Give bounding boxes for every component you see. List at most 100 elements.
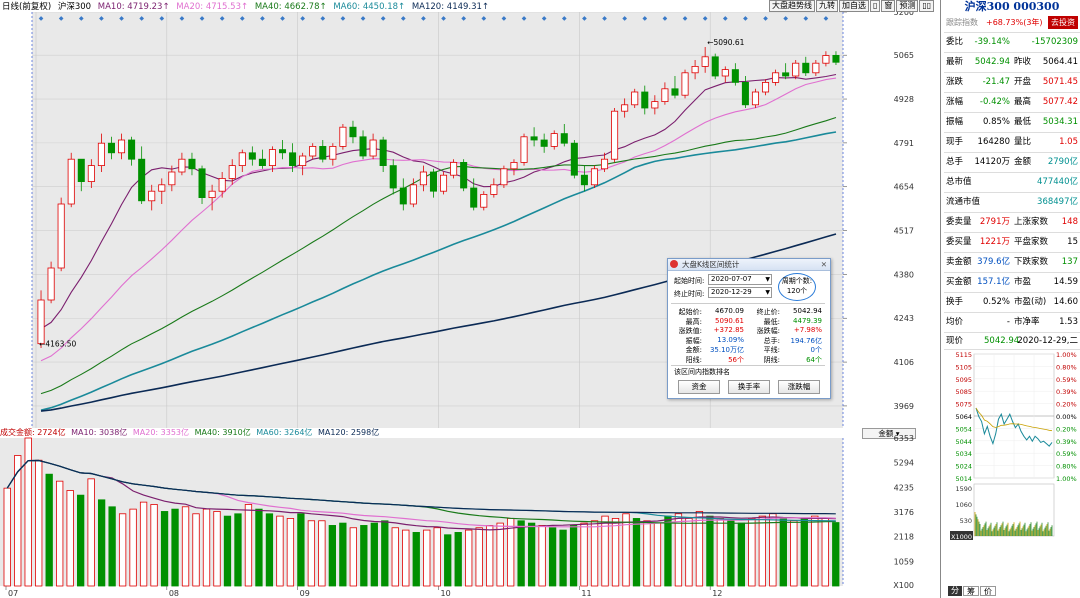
signal-icon: ◆ [663,15,668,22]
volume-bar [244,504,253,587]
stat-value-2: 64个 [806,355,822,364]
signal-icon: ◆ [703,15,708,22]
price-tick: 4791 [894,139,914,148]
quote-label: 买金额 [946,277,972,287]
nine-turn-button[interactable]: 九转 [816,0,838,12]
quote-label-2: 市净率 [1014,317,1040,327]
volume-bar [800,518,808,587]
stat-value: 5090.61 [715,316,744,325]
quote-label: 现手 [946,137,964,147]
candle [67,152,75,208]
signal-icon: ◆ [783,15,788,22]
toggle-icon[interactable]: ▯ [870,0,881,12]
chart-title: 日线(前复权) [2,2,52,12]
volume-bar [381,520,389,587]
tab-price[interactable]: 价 [980,586,996,596]
candle [57,197,65,272]
ma120-label: MA120: 4149.31↑ [411,2,490,12]
volume-bar [517,520,525,587]
volume-bar [160,511,169,587]
add-watchlist-button[interactable]: 加自选 [839,0,869,12]
mini-price-tick: 5014 [955,475,972,483]
period-count-badge: 周期个数: 120个 [778,273,816,301]
cap-value: 477440亿 [1037,177,1078,187]
signal-icon: ◆ [582,15,587,22]
stat-label: 振幅: [685,336,702,345]
quote-value-2: 15 [1067,237,1078,247]
mini-pct-tick: 0.80% [1056,363,1077,371]
ma20-label: MA20: 4715.53↑ [176,2,249,12]
dialog-header[interactable]: 大盘K线区间统计 ✕ [668,259,830,271]
rank-capital-button[interactable]: 资金 [678,380,720,394]
signal-icon: ◆ [341,15,346,22]
start-date-select[interactable]: 2020-07-07 ▼ [708,274,772,285]
rank-turnover-button[interactable]: 换手率 [728,380,770,394]
candle [711,53,719,80]
quote-value-2: 14.59 [1053,277,1078,287]
tab-timeshare[interactable]: 分 [948,586,962,596]
cap-label: 流通市值 [946,197,981,207]
price-tick: 4928 [894,95,914,104]
count-value: 120个 [786,287,808,295]
rank-change-button[interactable]: 涨跌幅 [778,380,820,394]
layout-icon[interactable]: ▯▯ [919,0,935,12]
end-date-select[interactable]: 2020-12-29 ▼ [708,287,772,298]
start-date-value: 2020-07-07 [711,275,752,283]
quote-title: 沪深300 000300 [964,0,1060,13]
signal-icon: ◆ [743,15,748,22]
signal-icon: ◆ [119,15,124,22]
volume-bar [769,513,777,587]
volume-bar [223,515,232,587]
now-price: 5042.94 [984,336,1020,346]
volume-chart[interactable]: 635352944235317621181059X100 [0,428,916,590]
volume-bar [339,522,347,587]
stat-value: 13.09% [717,335,744,344]
cap-label: 总市值 [946,177,972,187]
close-icon[interactable]: ✕ [821,259,827,270]
tab-chips[interactable]: 筹 [963,586,979,596]
quote-panel: 沪深300 000300 跟踪指数 +68.73%(3年) 去投资 委比 -39.… [944,0,1080,598]
volume-bar [433,527,441,587]
signal-icon: ◆ [642,15,647,22]
quote-row: 涨跌 -21.47 开盘 5071.45 [944,73,1080,93]
quote-value: 2791万 [979,217,1010,227]
forecast-button[interactable]: 预测 [896,0,919,12]
volume-bar [821,518,829,587]
signal-icon: ◆ [602,15,607,22]
intraday-chart[interactable]: 5115 1.00% 5105 0.80% 5095 0.59% 5085 0.39% 5075… [944,350,1080,546]
stat-label: 起始价: [678,308,702,316]
quote-value: 14120万 [974,157,1010,167]
volume-bar [685,518,693,587]
window-button[interactable]: 窗 [881,0,896,12]
quote-label-2: 最高 [1014,97,1032,107]
volume-bar [465,529,473,587]
candle [47,261,55,304]
signal-icon: ◆ [824,15,829,22]
volume-bar [234,513,242,587]
mini-pct-tick: 0.80% [1056,463,1077,471]
volume-bar [286,518,295,587]
volume-bar [643,520,651,587]
stat-label: 最高: [685,317,702,326]
invest-button[interactable]: 去投资 [1048,16,1078,29]
volume-bar [192,513,200,587]
volume-bar [318,520,326,587]
price-tick: 4243 [894,314,914,323]
quote-label: 振幅 [946,117,964,127]
mini-tabs: 分 筹 价 [948,586,996,596]
dialog-divider-2 [671,365,825,366]
volume-bar [716,518,725,587]
volume-tick: 6353 [894,434,914,443]
trendline-button[interactable]: 大盘趋势线 [769,0,815,12]
quote-row: 委比 -39.14% -15702309 [944,33,1080,53]
mini-vol-tick: X1000 [951,533,972,541]
volume-tick: 2118 [894,533,914,542]
quote-value-2: 148 [1061,217,1078,227]
price-tick: 5200 [894,12,914,17]
mini-vol-tick: 1060 [955,501,972,509]
volume-bar [811,515,819,587]
date-tick: 09 [300,589,310,598]
signal-icon: ◆ [280,15,285,22]
now-price-row: 现价 5042.94 2020-12-29,二 [944,333,1080,350]
quote-label-2: 上涨家数 [1014,217,1049,227]
